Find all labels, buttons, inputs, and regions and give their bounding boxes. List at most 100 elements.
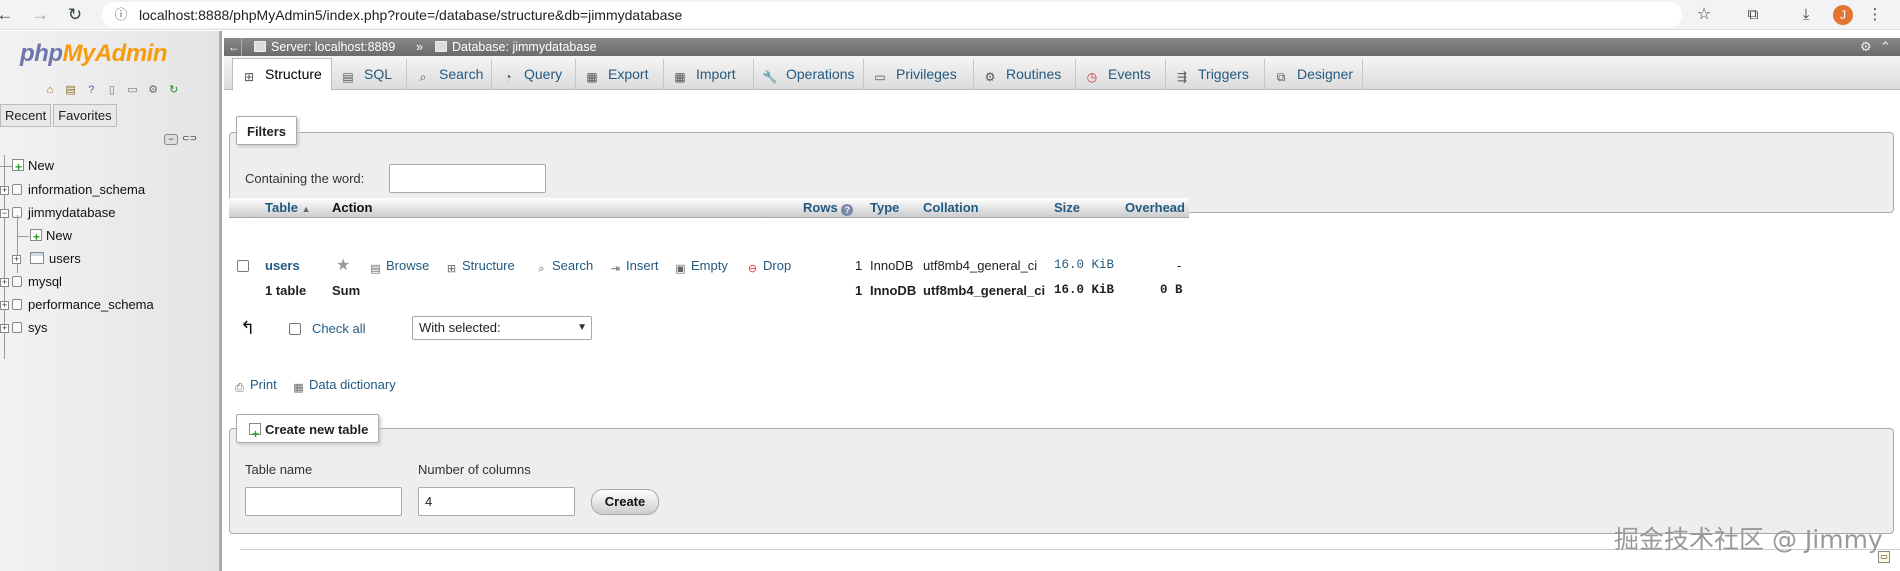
favorite-star-icon[interactable]: ★	[336, 255, 350, 276]
header-collation[interactable]: Collation	[923, 198, 979, 218]
url-text[interactable]: localhost:8888/phpMyAdmin5/index.php?rou…	[139, 7, 682, 23]
header-size-link[interactable]: Size	[1054, 200, 1080, 215]
action-structure[interactable]: ⊞ Structure	[445, 255, 515, 276]
download-icon[interactable]: ⤓	[1795, 4, 1817, 26]
row-size[interactable]: 16.0 KiB	[1054, 255, 1114, 276]
tree-db-mysql[interactable]: mysql	[12, 271, 62, 293]
site-info-icon[interactable]: ⓘ	[112, 6, 130, 24]
tab-privileges[interactable]: ▭ Privileges	[864, 59, 974, 90]
header-rows-link[interactable]: Rows	[803, 200, 838, 215]
empty-link[interactable]: Empty	[691, 258, 728, 273]
print-link[interactable]: ⎙ Print	[233, 377, 277, 394]
breadcrumb-database[interactable]: Database: jimmydatabase	[435, 38, 597, 56]
collapse-panel-icon[interactable]: ←	[228, 38, 240, 56]
tab-favorites[interactable]: Favorites	[53, 104, 117, 127]
profile-avatar[interactable]: J	[1833, 5, 1853, 25]
table-name-link[interactable]: users	[265, 258, 300, 273]
header-collation-link[interactable]: Collation	[923, 200, 979, 215]
drop-link[interactable]: Drop	[763, 258, 791, 273]
home-icon[interactable]: ⌂	[42, 83, 58, 97]
docs-icon[interactable]: ▯	[104, 83, 120, 97]
logout-icon[interactable]: ▤	[63, 83, 79, 97]
tree-db-performance-schema[interactable]: performance_schema	[12, 294, 154, 316]
header-overhead[interactable]: Overhead	[1125, 198, 1185, 218]
row-table-name[interactable]: users	[265, 255, 300, 276]
insert-link[interactable]: Insert	[626, 258, 659, 273]
bookmark-star-icon[interactable]: ☆	[1693, 4, 1715, 26]
browse-link[interactable]: Browse	[386, 258, 429, 273]
tab-triggers[interactable]: ⇶ Triggers	[1166, 59, 1265, 90]
tab-import[interactable]: ▦ Import	[664, 59, 754, 90]
table-name-input[interactable]	[245, 487, 402, 516]
with-selected-dropdown[interactable]: With selected: ▼	[412, 316, 592, 340]
console-icon[interactable]: ▭	[1878, 551, 1890, 563]
create-button[interactable]: Create	[591, 489, 659, 515]
extensions-icon[interactable]: ⧉	[1742, 4, 1764, 26]
num-columns-input[interactable]: 4	[418, 487, 575, 516]
settings-gear-icon[interactable]: ⚙	[1860, 38, 1872, 56]
row-checkbox[interactable]	[237, 260, 249, 272]
header-table-link[interactable]: Table	[265, 200, 298, 215]
data-dictionary-link[interactable]: ▦ Data dictionary	[292, 377, 396, 394]
forward-arrow-icon[interactable]: →	[29, 4, 51, 26]
collapse-all-icon[interactable]: −	[164, 134, 178, 145]
sort-asc-icon[interactable]: ▲	[302, 204, 311, 214]
expand-icon[interactable]: +	[0, 278, 9, 287]
check-all-label[interactable]: Check all	[312, 321, 365, 336]
copy-icon[interactable]: ▭	[125, 83, 141, 97]
expand-icon[interactable]: +	[0, 186, 9, 195]
action-search[interactable]: ⌕ Search	[535, 255, 593, 276]
link-with-main-icon[interactable]: ⊂⊃	[182, 134, 197, 145]
back-arrow-icon[interactable]: ←	[0, 4, 16, 26]
action-browse[interactable]: ▤ Browse	[369, 255, 429, 276]
tab-routines[interactable]: ⚙ Routines	[974, 59, 1076, 90]
expand-icon[interactable]: +	[12, 255, 21, 264]
header-type-link[interactable]: Type	[870, 200, 899, 215]
action-insert[interactable]: ⇥ Insert	[609, 255, 659, 276]
expand-icon[interactable]: +	[0, 324, 9, 333]
structure-link[interactable]: Structure	[462, 258, 515, 273]
reload-nav-icon[interactable]: ↻	[166, 83, 182, 97]
action-empty[interactable]: ▣ Empty	[674, 255, 728, 276]
expand-icon[interactable]: +	[0, 301, 9, 310]
tab-export[interactable]: ▦ Export	[576, 59, 664, 90]
help-icon[interactable]: ?	[841, 204, 854, 216]
action-drop[interactable]: ⊖ Drop	[746, 255, 791, 276]
tree-db-information-schema[interactable]: information_schema	[12, 179, 145, 201]
collapse-top-icon[interactable]: ⌃	[1880, 38, 1891, 56]
tab-structure[interactable]: ⊞ Structure	[232, 58, 332, 91]
tab-operations[interactable]: 🔧 Operations	[754, 59, 864, 90]
tab-recent[interactable]: Recent	[0, 104, 52, 127]
browser-menu-icon[interactable]: ⋮	[1864, 4, 1886, 26]
tree-new-database[interactable]: New	[12, 155, 54, 178]
header-overhead-link[interactable]: Overhead	[1125, 200, 1185, 215]
search-link[interactable]: Search	[552, 258, 593, 273]
print-link-label[interactable]: Print	[250, 377, 277, 392]
tree-table-users[interactable]: users	[30, 248, 81, 270]
header-table[interactable]: Table ▲	[265, 198, 311, 218]
filter-input[interactable]	[389, 164, 546, 193]
tab-sql[interactable]: ▤ SQL	[332, 59, 407, 90]
settings-gear-icon[interactable]: ⚙	[145, 83, 161, 97]
header-type[interactable]: Type	[870, 198, 899, 218]
breadcrumb-server[interactable]: Server: localhost:8889	[254, 38, 395, 56]
reload-icon[interactable]: ↻	[64, 4, 86, 26]
header-rows[interactable]: Rows ?	[803, 198, 854, 218]
help-icon[interactable]: ?	[83, 83, 99, 97]
phpmyadmin-logo[interactable]: phpMyAdmin	[20, 40, 167, 68]
tab-designer[interactable]: ⧉ Designer	[1265, 59, 1363, 90]
tree-new-table[interactable]: New	[30, 225, 72, 248]
tab-events[interactable]: ◷ Events	[1076, 59, 1166, 90]
tab-search[interactable]: ⌕ Search	[407, 59, 492, 90]
tree-db-jimmydatabase[interactable]: jimmydatabase	[12, 202, 115, 224]
tab-query[interactable]: ◔ Query	[492, 59, 576, 90]
data-dictionary-label[interactable]: Data dictionary	[309, 377, 396, 392]
header-size[interactable]: Size	[1054, 198, 1080, 218]
structure-icon: ⊞	[446, 263, 457, 275]
address-bar[interactable]: ⓘ localhost:8888/phpMyAdmin5/index.php?r…	[102, 2, 1682, 28]
search-icon: ⌕	[419, 70, 427, 84]
collapse-icon[interactable]: −	[0, 209, 9, 218]
check-all-checkbox[interactable]	[289, 323, 301, 335]
size-link[interactable]: 16.0 KiB	[1054, 258, 1114, 272]
tree-db-sys[interactable]: sys	[12, 317, 48, 339]
